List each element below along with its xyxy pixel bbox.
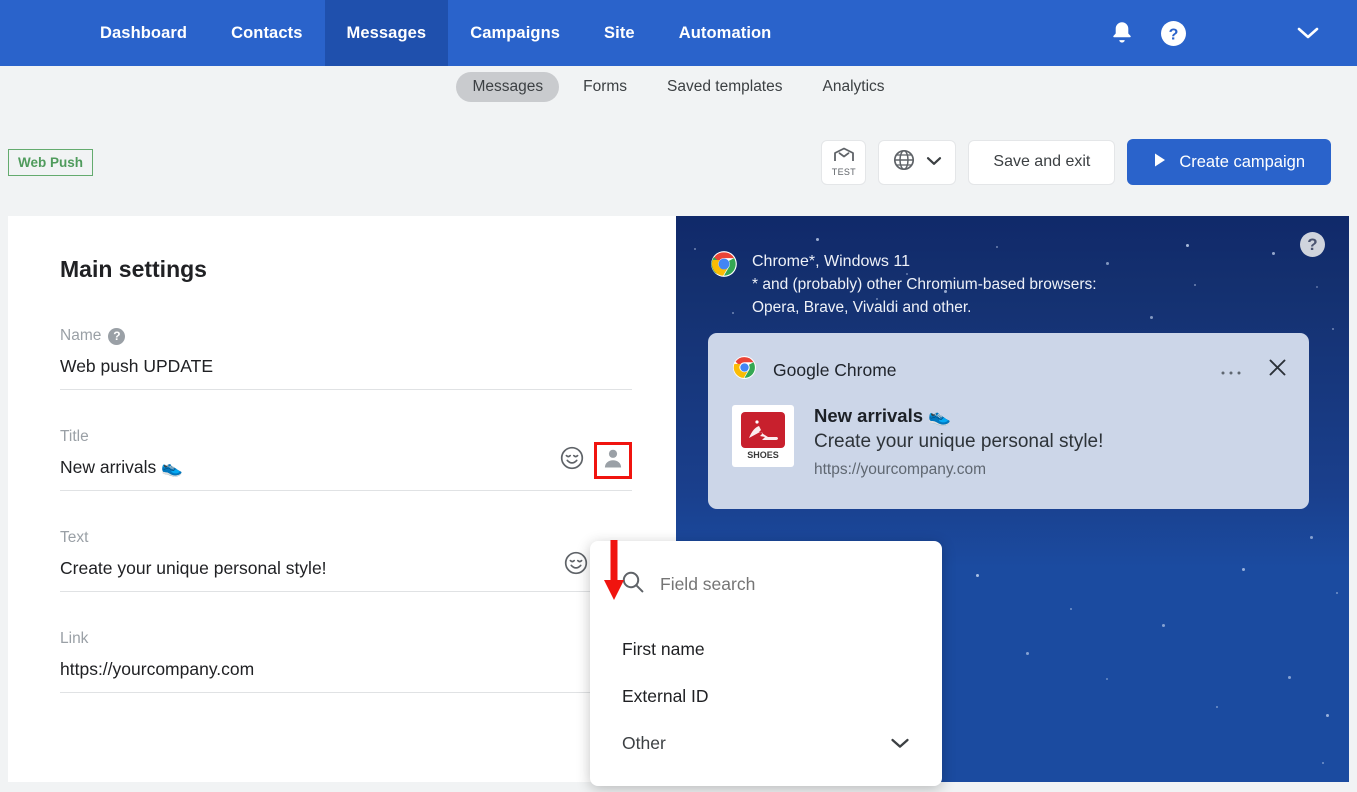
svg-text:?: ?: [1169, 26, 1179, 43]
tab-forms[interactable]: Forms: [567, 72, 643, 102]
notification-header-actions: [1220, 358, 1287, 382]
field-link: Link https://yourcompany.com: [60, 630, 632, 693]
field-link-label: Link: [60, 630, 89, 647]
field-title-input[interactable]: New arrivals 👟: [60, 457, 632, 491]
help-circle-icon[interactable]: ?: [1160, 20, 1187, 47]
browser-line-1: Chrome*, Windows 11: [752, 253, 910, 270]
emoji-icon[interactable]: [564, 551, 588, 580]
star-decoration: [1242, 568, 1245, 571]
browser-line-3: Opera, Brave, Vivaldi and other.: [752, 299, 972, 316]
toolbar-actions: TEST Save and exit Create campaign: [821, 139, 1331, 185]
bell-icon[interactable]: [1110, 20, 1134, 46]
field-search-input[interactable]: [660, 574, 880, 595]
personalization-field-dropdown: First name External ID Other: [590, 541, 942, 786]
nav-item-dashboard[interactable]: Dashboard: [78, 0, 209, 66]
more-dots-icon[interactable]: [1220, 360, 1242, 381]
star-decoration: [1326, 714, 1329, 717]
envelope-icon: [833, 147, 855, 168]
globe-icon: [892, 148, 916, 177]
star-decoration: [1288, 676, 1291, 679]
field-text: Text Create your unique personal style!: [60, 529, 632, 592]
field-name: Name ? Web push UPDATE: [60, 327, 632, 390]
send-test-button[interactable]: TEST: [821, 139, 867, 185]
notification-content: New arrivals 👟 Create your unique person…: [814, 405, 1103, 479]
personalization-highlight-box: [594, 442, 632, 479]
page-title: Main settings: [60, 256, 207, 282]
field-name-label: Name ?: [60, 327, 632, 345]
main-settings-card: Main settings Name ? Web push UPDATE Tit…: [8, 216, 676, 782]
star-decoration: [1026, 652, 1029, 655]
action-toolbar: Web Push TEST Save and exit Create campa…: [0, 108, 1357, 216]
chrome-notification-preview: Google Chrome SHOES New arrivals 👟 Creat…: [708, 333, 1309, 509]
notification-app-name: Google Chrome: [773, 359, 897, 380]
notification-header: Google Chrome: [732, 355, 1287, 385]
field-title-label: Title: [60, 428, 89, 445]
notification-body: SHOES New arrivals 👟 Create your unique …: [732, 405, 1287, 479]
emoji-icon[interactable]: [560, 446, 584, 475]
account-chevron-down-icon[interactable]: [1297, 26, 1319, 40]
dropdown-item-external-id[interactable]: External ID: [590, 673, 942, 720]
star-decoration: [1336, 592, 1338, 594]
chrome-logo-icon: [732, 355, 757, 385]
tab-saved-templates[interactable]: Saved templates: [651, 72, 798, 102]
nav-item-automation[interactable]: Automation: [657, 0, 794, 66]
notification-icon: SHOES: [732, 405, 794, 467]
dropdown-item-other[interactable]: Other: [590, 720, 942, 767]
field-name-input[interactable]: Web push UPDATE: [60, 356, 632, 390]
star-decoration: [1070, 608, 1072, 610]
star-decoration: [1216, 706, 1218, 708]
top-navigation-bar: Dashboard Contacts Messages Campaigns Si…: [0, 0, 1357, 66]
nav-item-messages[interactable]: Messages: [324, 0, 449, 66]
field-title: Title New arrivals 👟: [60, 428, 632, 491]
nav-item-site[interactable]: Site: [582, 0, 657, 66]
browser-support-note: Chrome*, Windows 11 * and (probably) oth…: [676, 216, 1349, 319]
create-campaign-label: Create campaign: [1179, 152, 1305, 171]
dropdown-item-other-label: Other: [622, 733, 666, 753]
star-decoration: [1322, 762, 1324, 764]
star-decoration: [1106, 678, 1108, 680]
star-decoration: [1332, 328, 1334, 330]
play-icon: [1153, 152, 1167, 173]
star-decoration: [976, 574, 979, 577]
channel-type-badge: Web Push: [8, 148, 94, 176]
browser-line-2: * and (probably) other Chromium-based br…: [752, 276, 1097, 293]
sub-navigation-tabs: Messages Forms Saved templates Analytics: [0, 66, 1357, 108]
save-and-exit-button[interactable]: Save and exit: [968, 139, 1116, 185]
chrome-logo-icon: [710, 250, 738, 319]
annotation-arrow-icon: [602, 540, 626, 607]
field-title-icons: [560, 442, 632, 479]
language-chevron-down-icon: [926, 153, 942, 171]
test-button-label: TEST: [831, 167, 856, 177]
close-icon[interactable]: [1268, 358, 1287, 382]
name-help-icon[interactable]: ?: [108, 327, 126, 345]
nav-item-campaigns[interactable]: Campaigns: [448, 0, 582, 66]
tab-analytics[interactable]: Analytics: [807, 72, 901, 102]
notification-icon-label: SHOES: [747, 450, 779, 460]
top-nav-right-actions: ?: [1110, 0, 1357, 66]
notification-url: https://yourcompany.com: [814, 461, 987, 478]
chevron-down-icon: [890, 733, 910, 754]
field-text-input[interactable]: Create your unique personal style!: [60, 558, 632, 592]
field-text-label: Text: [60, 529, 89, 546]
star-decoration: [1162, 624, 1165, 627]
personalization-icon[interactable]: [603, 446, 623, 475]
nav-item-contacts[interactable]: Contacts: [209, 0, 324, 66]
field-search-row: [590, 571, 942, 598]
browser-support-text: Chrome*, Windows 11 * and (probably) oth…: [752, 250, 1097, 319]
notification-text: Create your unique personal style!: [814, 431, 1104, 452]
language-selector-button[interactable]: [878, 139, 957, 185]
top-nav-items: Dashboard Contacts Messages Campaigns Si…: [78, 0, 793, 66]
star-decoration: [1310, 536, 1313, 539]
notification-title: New arrivals 👟: [814, 405, 952, 426]
create-campaign-button[interactable]: Create campaign: [1127, 139, 1331, 185]
dropdown-item-first-name[interactable]: First name: [590, 626, 942, 673]
tab-messages[interactable]: Messages: [456, 72, 560, 102]
field-text-icons: [564, 551, 588, 580]
field-link-input[interactable]: https://yourcompany.com: [60, 659, 632, 693]
